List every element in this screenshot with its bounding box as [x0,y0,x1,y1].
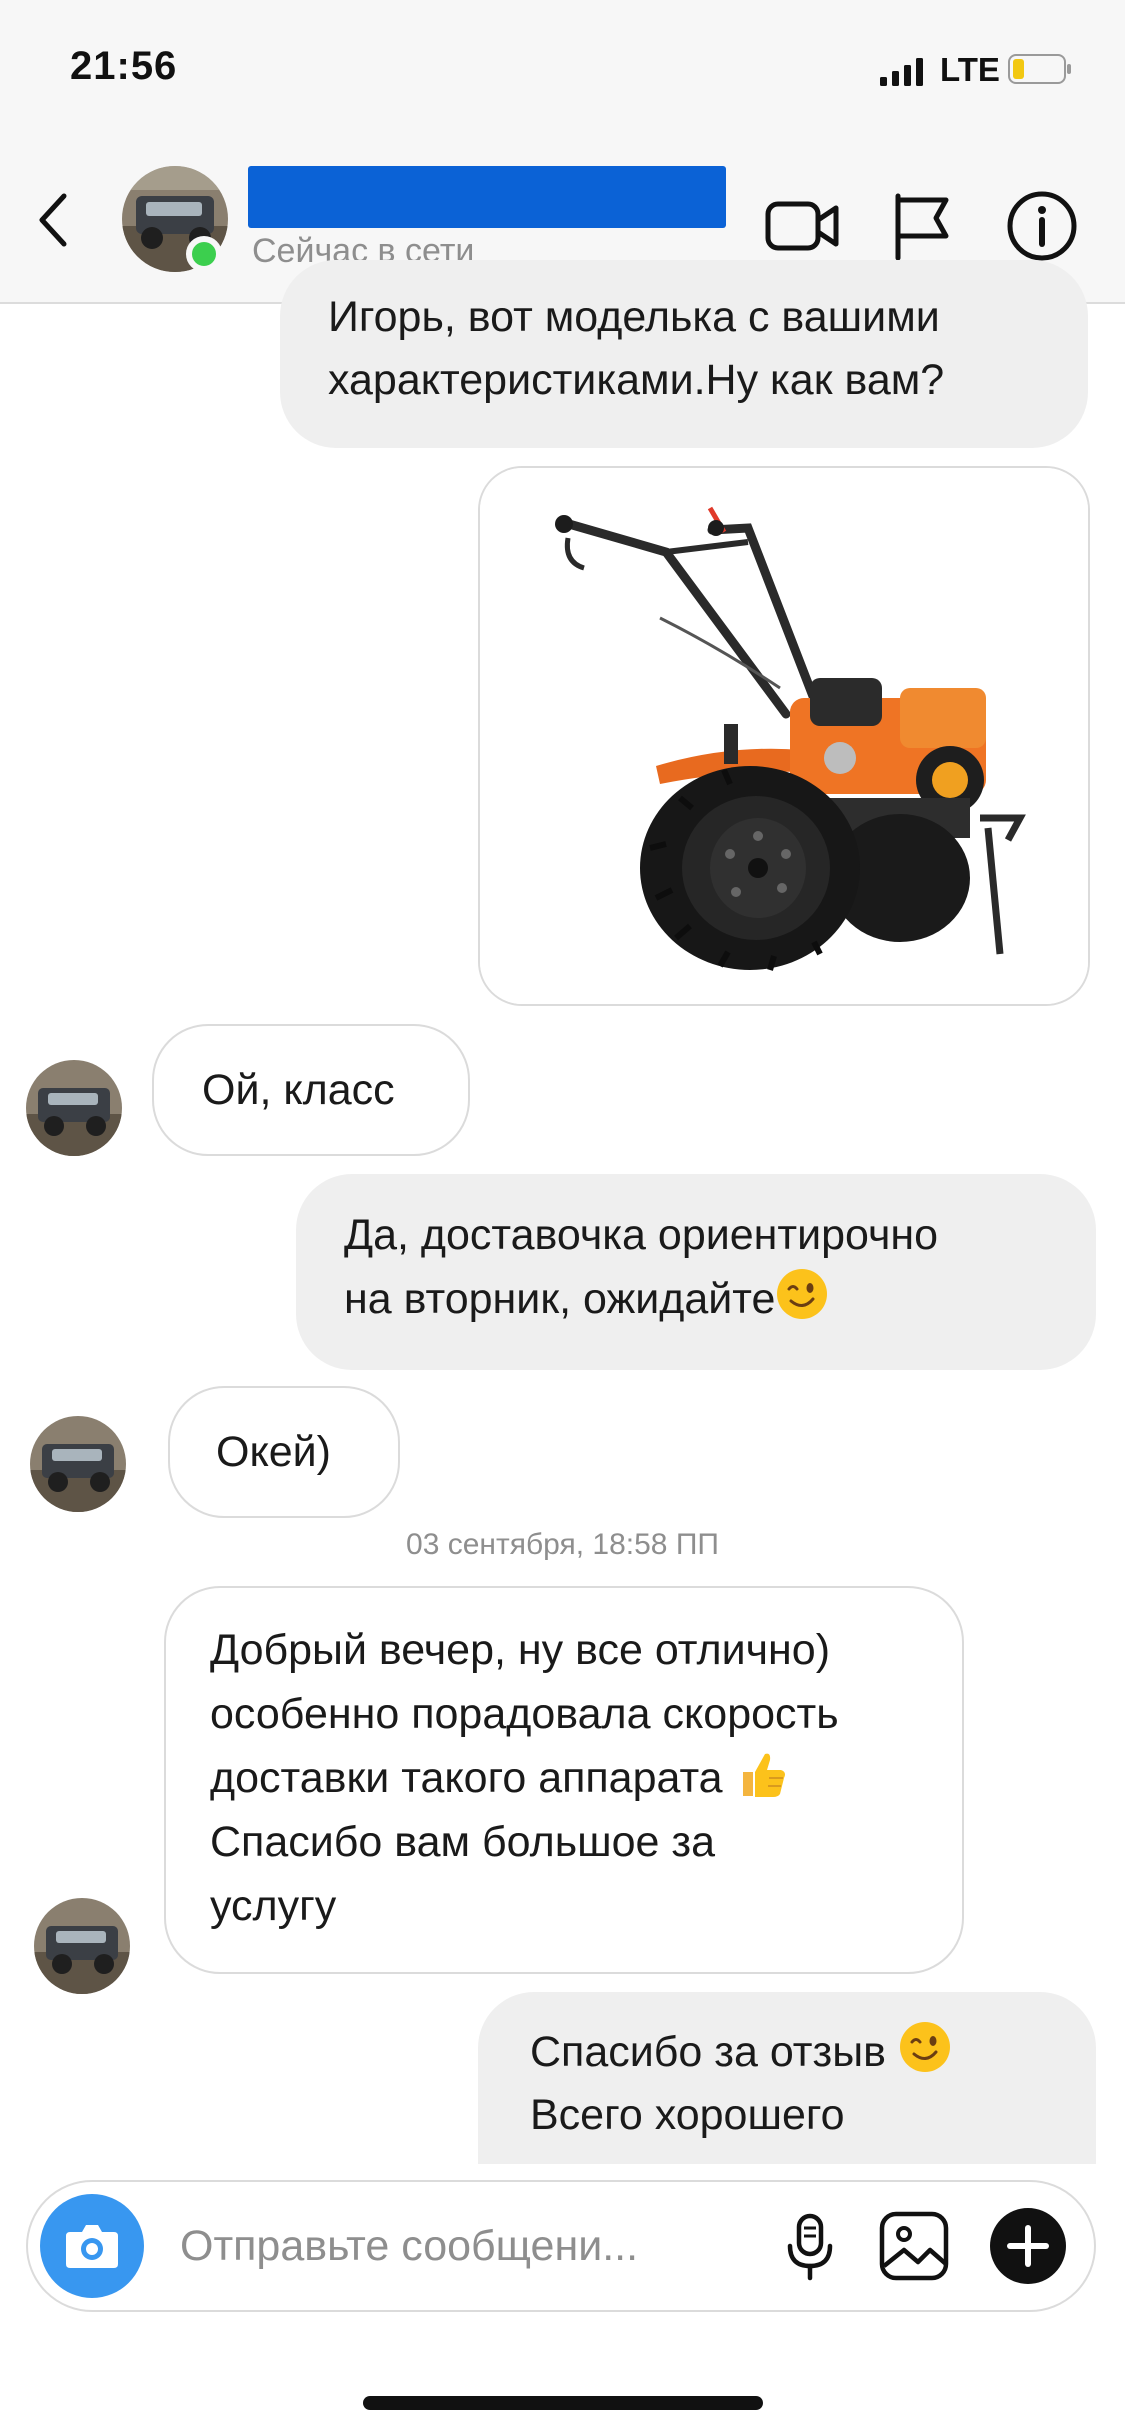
winking-face-icon [777,1269,828,1319]
message-image-motoblock[interactable] [478,466,1090,1006]
motoblock-photo [480,468,1088,1004]
status-bar: 21:56 LTE [0,0,1125,150]
message-text-line: особенно порадовала скорость [210,1690,839,1738]
chevron-left-icon[interactable] [30,188,78,252]
message-text-line: доставки такого аппарата [210,1754,723,1802]
message-text-line: Да, доставочка ориентирочно [344,1211,939,1259]
avatar[interactable] [30,1416,126,1512]
message-text-line: характеристиками.Ну как вам? [328,356,945,404]
message-text-line: услугу [210,1882,337,1930]
message-text-line: Добрый вечер, ну все отлично) [210,1626,831,1674]
message-bubble-incoming[interactable]: Окей) [168,1386,400,1518]
message-text: Ой, класс [202,1066,395,1114]
camera-button[interactable] [40,2194,144,2298]
thumbs-up-icon [742,1753,785,1797]
network-type: LTE [940,51,1000,88]
message-input[interactable] [180,2216,740,2276]
gallery-icon[interactable] [874,2206,954,2286]
avatar[interactable] [26,1060,122,1156]
plus-icon[interactable] [986,2204,1070,2288]
message-text-line: Всего хорошего [530,2091,845,2139]
video-call-icon[interactable] [762,186,842,266]
info-icon[interactable] [1002,186,1082,266]
signal-bars-icon [880,58,923,86]
microphone-icon[interactable] [770,2206,850,2286]
message-text-line: Спасибо вам большое за [210,1818,716,1866]
status-time: 21:56 [70,44,178,88]
online-status-dot [186,236,222,272]
message-text-line: Спасибо за отзыв [530,2028,886,2076]
message-bubble-outgoing[interactable]: Игорь, вот моделька с вашими характерист… [280,260,1088,448]
message-bubble-outgoing[interactable]: Спасибо за отзыв Всего хорошего [478,1992,1096,2164]
flag-icon[interactable] [882,186,962,266]
message-text: Окей) [216,1428,331,1476]
home-indicator[interactable] [363,2396,763,2410]
message-bubble-incoming[interactable]: Ой, класс [152,1024,470,1156]
winking-face-icon [899,2022,950,2072]
message-composer [26,2180,1096,2312]
battery-low-icon [1008,54,1071,84]
message-timestamp: 03 сентября, 18:58 ПП [406,1528,719,1561]
camera-icon [66,2225,118,2268]
avatar[interactable] [34,1898,130,1994]
message-text-line: Игорь, вот моделька с вашими [328,293,940,341]
message-bubble-incoming[interactable]: Добрый вечер, ну все отлично) особенно п… [164,1586,964,1974]
message-bubble-outgoing[interactable]: Да, доставочка ориентирочно на вторник, … [296,1174,1096,1370]
contact-name-redacted[interactable] [248,166,726,228]
message-text-line: на вторник, ожидайте [344,1275,776,1323]
